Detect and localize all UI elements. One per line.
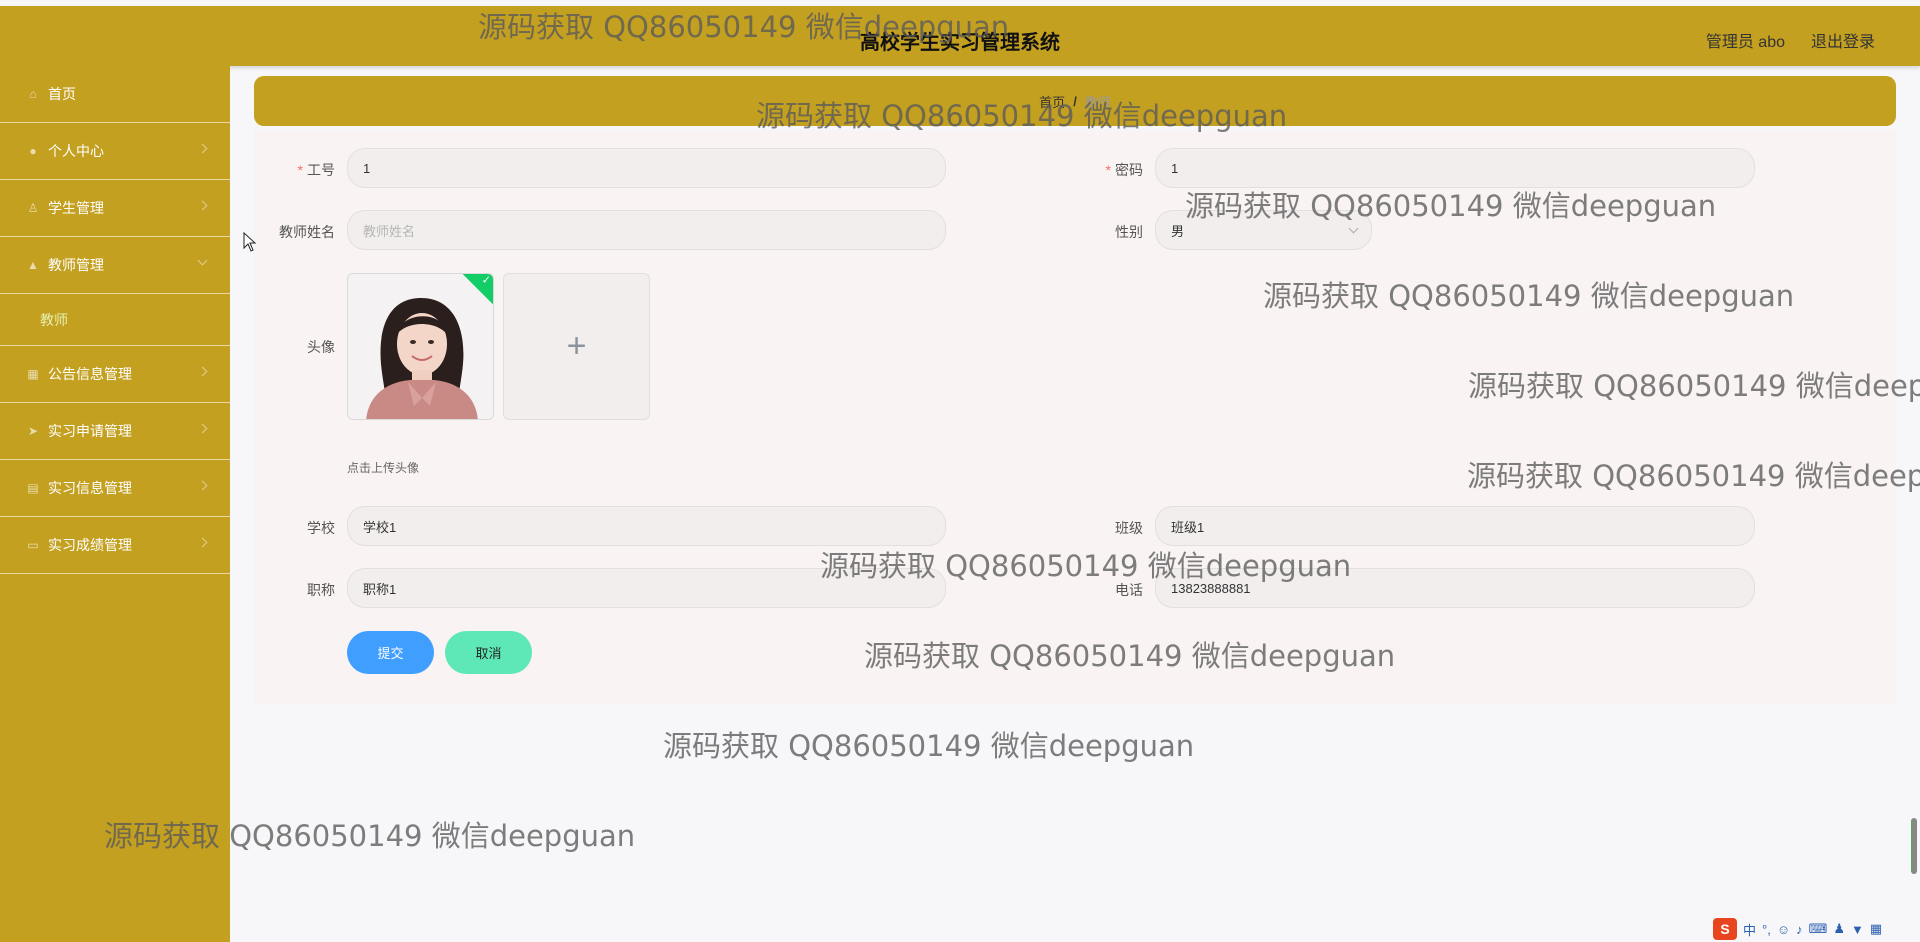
sidebar-item-label: 教师管理: [48, 257, 104, 273]
breadcrumb-current: 教师: [1084, 94, 1111, 110]
chevron-down-icon: [197, 423, 208, 434]
phone-input[interactable]: 13823888881: [1155, 568, 1755, 608]
skin-icon[interactable]: ▼: [1851, 922, 1864, 937]
gonghao-input[interactable]: 1: [347, 148, 946, 188]
teacher-name-input[interactable]: 教师姓名: [347, 210, 946, 250]
top-header: 高校学生实习管理系统 管理员 abo 退出登录: [0, 6, 1920, 66]
home-icon: ⌂: [29, 87, 37, 101]
avatar-image: [348, 274, 493, 419]
breadcrumb: 首页 / 教师: [254, 76, 1896, 126]
logout-button[interactable]: 退出登录: [1811, 28, 1875, 52]
school-label: 学校: [307, 520, 335, 536]
ime-toolbar: S 中 °, ☺ ♪ ⌨ ♟ ▼ ▦: [1713, 918, 1882, 940]
ime-language-indicator[interactable]: 中: [1743, 920, 1756, 939]
sidebar-item-label: 首页: [48, 86, 76, 102]
chevron-up-icon: [197, 255, 208, 266]
required-mark: *: [1105, 162, 1111, 178]
keyboard-icon[interactable]: ⌨: [1809, 921, 1828, 937]
microphone-icon[interactable]: ♪: [1796, 922, 1803, 937]
chevron-down-icon: [197, 143, 208, 154]
chevron-down-icon: [1348, 223, 1359, 234]
mouse-cursor-icon: [243, 232, 257, 252]
plus-icon: +: [566, 327, 587, 365]
gender-select[interactable]: 男: [1155, 210, 1372, 250]
class-label: 班级: [1115, 520, 1143, 536]
avatar-upload-hint: 点击上传头像: [347, 461, 420, 475]
student-icon: ♙: [27, 201, 39, 215]
page-scrollbar[interactable]: [1911, 818, 1917, 874]
sidebar-item-home[interactable]: ⌂ 首页: [0, 66, 230, 123]
chevron-down-icon: [197, 366, 208, 377]
admin-username: 管理员 abo: [1705, 34, 1785, 51]
breadcrumb-separator: /: [1073, 93, 1077, 109]
school-input[interactable]: 学校1: [347, 506, 946, 546]
job-title-input[interactable]: 职称1: [347, 568, 946, 608]
sidebar-item-internship-score[interactable]: ▭ 实习成绩管理: [0, 517, 230, 574]
cancel-button[interactable]: 取消: [445, 631, 532, 674]
sidebar-item-label: 个人中心: [48, 143, 104, 159]
check-icon: ✓: [481, 274, 491, 287]
class-input[interactable]: 班级1: [1155, 506, 1755, 546]
score-icon: ▭: [27, 538, 39, 552]
sidebar-item-label: 实习信息管理: [48, 480, 132, 496]
app-title: 高校学生实习管理系统: [860, 32, 1060, 54]
sidebar-item-label: 公告信息管理: [48, 366, 132, 382]
sogou-logo-icon[interactable]: S: [1713, 918, 1737, 940]
sidebar-item-personal-center[interactable]: ● 个人中心: [0, 123, 230, 180]
password-input[interactable]: 1: [1155, 148, 1755, 188]
grid-icon[interactable]: ▦: [1870, 921, 1882, 937]
sidebar-item-label: 学生管理: [48, 200, 104, 216]
teacher-name-label: 教师姓名: [279, 224, 335, 240]
sidebar-item-notice-management[interactable]: ▦ 公告信息管理: [0, 346, 230, 403]
punctuation-icon[interactable]: °,: [1762, 922, 1771, 937]
avatar-label: 头像: [307, 339, 335, 355]
user-icon[interactable]: ♟: [1833, 921, 1845, 937]
submit-button[interactable]: 提交: [347, 631, 434, 674]
avatar-upload-button[interactable]: +: [503, 273, 650, 420]
title-label: 职称: [307, 582, 335, 598]
phone-label: 电话: [1115, 582, 1143, 598]
sidebar-item-label: 实习申请管理: [48, 423, 132, 439]
breadcrumb-home[interactable]: 首页: [1039, 92, 1065, 111]
sidebar-item-label: 实习成绩管理: [48, 537, 132, 553]
chevron-down-icon: [197, 480, 208, 491]
info-icon: ▤: [27, 481, 39, 495]
sidebar-subitem-teacher[interactable]: 教师: [0, 294, 230, 346]
sidebar-menu: ⌂ 首页 ● 个人中心 ♙ 学生管理 ▲ 教师管理 教师 ▦ 公告信息管理 ➤ …: [0, 66, 230, 942]
chevron-down-icon: [197, 537, 208, 548]
teacher-icon: ▲: [27, 258, 39, 272]
apply-icon: ➤: [27, 424, 39, 438]
sidebar-item-student-management[interactable]: ♙ 学生管理: [0, 180, 230, 237]
user-icon: ●: [29, 144, 37, 158]
sidebar-subitem-label: 教师: [40, 311, 68, 328]
mima-label: * 密码: [1105, 162, 1143, 178]
sidebar-item-teacher-management[interactable]: ▲ 教师管理: [0, 237, 230, 294]
gender-label: 性别: [1115, 224, 1143, 240]
chevron-down-icon: [197, 200, 208, 211]
avatar-preview[interactable]: ✓: [347, 273, 494, 420]
watermark-text: 源码获取 QQ86050149 微信deepguan: [663, 729, 1195, 763]
gonghao-label: * 工号: [297, 162, 335, 178]
emoji-icon[interactable]: ☺: [1777, 922, 1790, 937]
sidebar-item-internship-info[interactable]: ▤ 实习信息管理: [0, 460, 230, 517]
required-mark: *: [297, 162, 303, 178]
sidebar-item-internship-application[interactable]: ➤ 实习申请管理: [0, 403, 230, 460]
notice-icon: ▦: [27, 367, 39, 381]
